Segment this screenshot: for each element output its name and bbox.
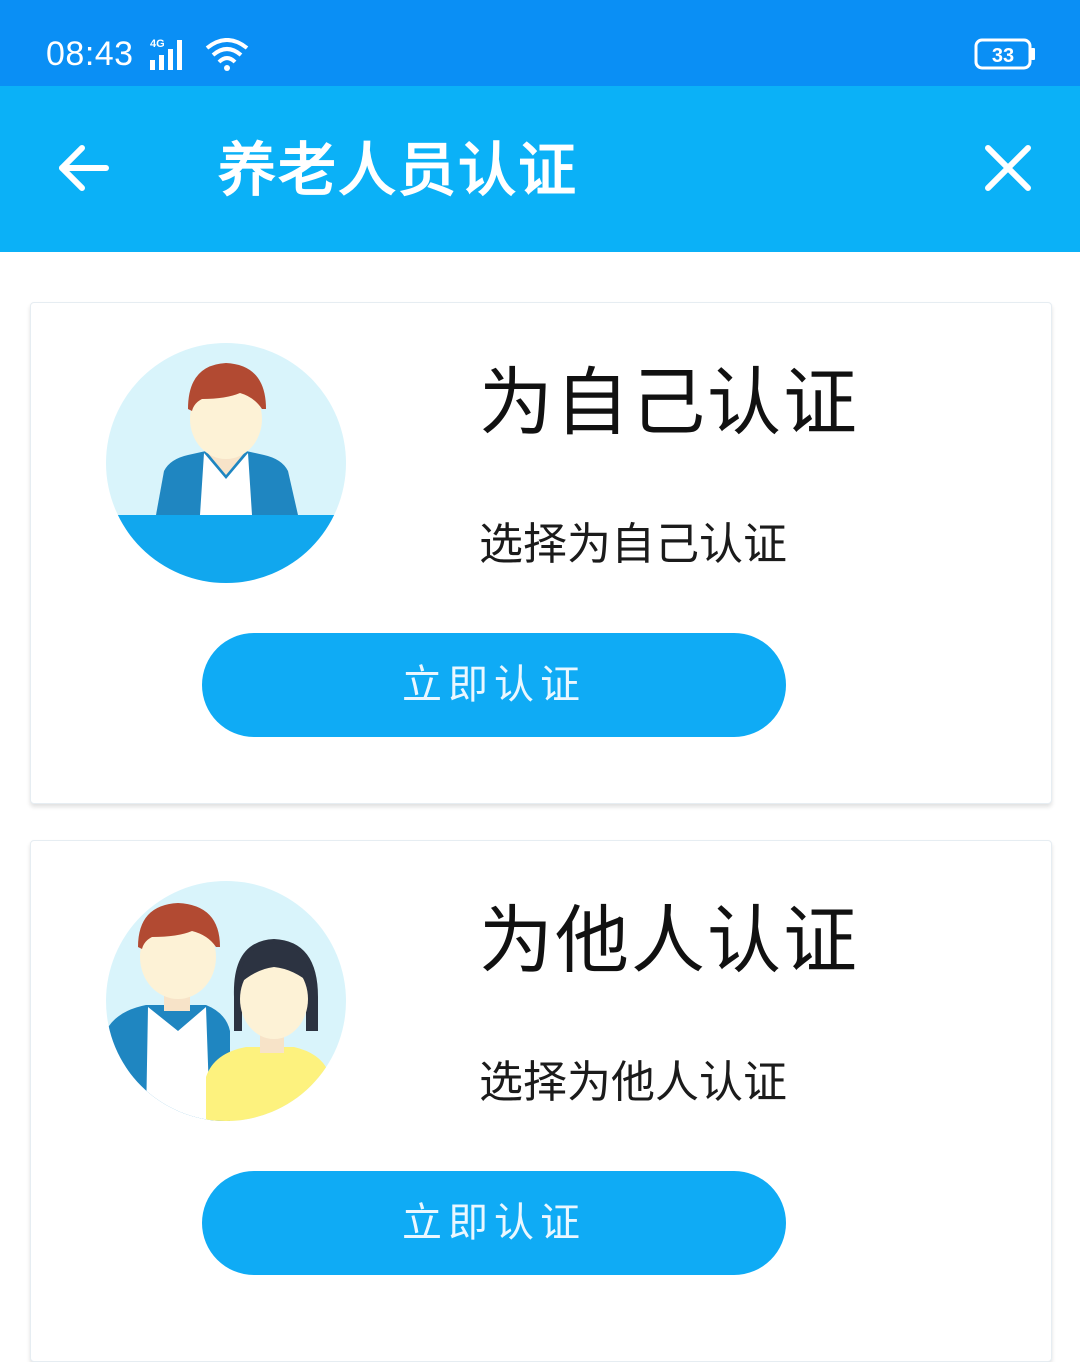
page-title: 养老人员认证 (218, 136, 579, 204)
wifi-icon (205, 38, 249, 71)
battery-icon: 33 (974, 38, 1035, 70)
verify-now-button[interactable]: 立即认证 (202, 1171, 786, 1275)
status-time: 08:43 (46, 35, 134, 73)
card-title: 为他人认证 (479, 898, 859, 984)
battery-level: 33 (992, 45, 1014, 67)
close-button[interactable] (970, 132, 1046, 208)
self-verification-card: 为自己认证 选择为自己认证 立即认证 (30, 302, 1052, 804)
others-verification-card: 为他人认证 选择为他人认证 立即认证 (30, 840, 1052, 1362)
close-icon (985, 145, 1031, 191)
back-button[interactable] (40, 134, 130, 204)
card-subtitle: 选择为他人认证 (479, 1057, 787, 1108)
card-title: 为自己认证 (479, 360, 859, 446)
status-bar: 08:43 4G 33 (0, 0, 1080, 86)
network-type-label: 4G (150, 38, 165, 50)
card-subtitle: 选择为自己认证 (479, 519, 787, 570)
cellular-signal-icon: 4G (150, 38, 182, 70)
back-arrow-icon (59, 145, 109, 191)
two-persons-icon (106, 881, 346, 1121)
verify-now-button[interactable]: 立即认证 (202, 633, 786, 737)
single-person-icon (106, 343, 346, 583)
app-bar: 养老人员认证 (0, 86, 1080, 252)
